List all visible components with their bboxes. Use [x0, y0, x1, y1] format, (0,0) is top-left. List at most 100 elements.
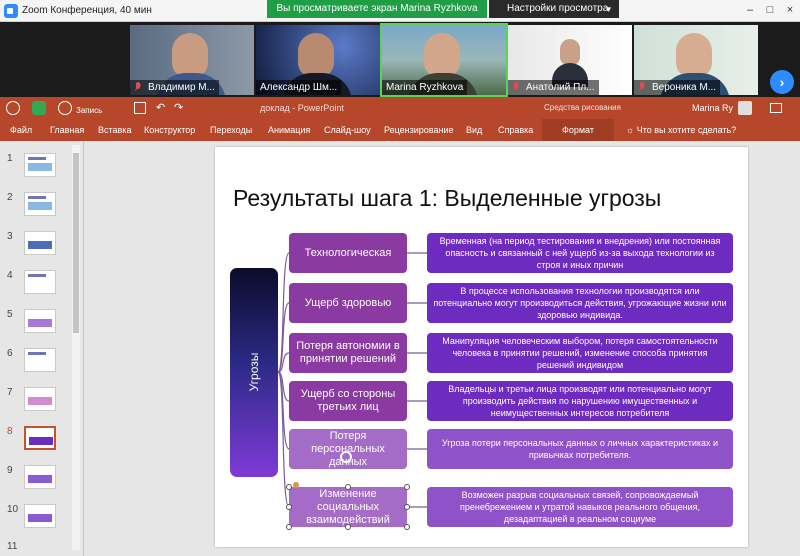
threat-third-party-damage-description[interactable]: Владельцы и третьи лица производят или п… — [427, 381, 733, 421]
participant-tile-active-speaker[interactable]: Marina Ryzhkova — [380, 23, 508, 97]
rotate-handle-icon[interactable] — [340, 451, 352, 463]
mic-muted-icon — [637, 82, 647, 93]
info-icon[interactable] — [6, 101, 20, 115]
slide-number: 9 — [7, 465, 13, 476]
tab-design[interactable]: Конструктор — [144, 125, 195, 135]
threat-technological[interactable]: Технологическая — [289, 233, 407, 273]
tab-slideshow[interactable]: Слайд-шоу — [324, 125, 371, 135]
slide-thumbnail[interactable] — [24, 309, 56, 333]
slide-thumbnail[interactable] — [24, 231, 56, 255]
slide-number-active: 8 — [7, 426, 13, 437]
participant-tile[interactable]: Владимир М... — [130, 25, 254, 95]
threats-root-box[interactable]: Угрозы — [230, 268, 278, 477]
minimize-icon[interactable]: – — [742, 2, 758, 18]
threat-social-interaction-change-description[interactable]: Возможен разрыв социальных связей, сопро… — [427, 487, 733, 527]
avatar[interactable] — [738, 101, 752, 115]
save-icon[interactable] — [134, 102, 146, 114]
threat-health-damage[interactable]: Ущерб здоровью — [289, 283, 407, 323]
redo-icon[interactable]: ↷ — [174, 101, 188, 115]
ribbon-display-icon[interactable] — [770, 103, 782, 113]
scrollbar-thumb[interactable] — [73, 153, 79, 333]
threat-loss-of-autonomy-description[interactable]: Манипуляция человеческим выбором, потеря… — [427, 333, 733, 373]
lightbulb-icon: ☼ — [626, 125, 637, 135]
record-label[interactable]: Запись — [76, 106, 102, 115]
chevron-down-icon: ▾ — [606, 4, 611, 14]
tab-review[interactable]: Рецензирование — [384, 125, 454, 135]
slide-thumbnail[interactable] — [24, 387, 56, 411]
slide-number: 4 — [7, 270, 13, 281]
slide-number: 11 — [7, 541, 18, 552]
zoom-logo-icon — [4, 4, 18, 18]
slide-number: 2 — [7, 192, 13, 203]
participant-video — [424, 33, 460, 77]
participant-name: Marina Ryzhkova — [386, 82, 464, 93]
slide-thumbnail[interactable] — [24, 348, 56, 372]
threat-social-interaction-change[interactable]: Изменение социальных взаимодействий — [289, 487, 407, 527]
threat-technological-description[interactable]: Временная (на период тестирования и внед… — [427, 233, 733, 273]
slide-thumbnail[interactable] — [24, 192, 56, 216]
participant-name: Вероника М... — [652, 82, 717, 93]
slide-thumbnail-active[interactable] — [24, 426, 56, 450]
slide-thumbnail[interactable] — [24, 504, 56, 528]
resize-handle[interactable] — [404, 484, 410, 490]
resize-handle[interactable] — [404, 524, 410, 530]
tab-transitions[interactable]: Переходы — [210, 125, 252, 135]
view-options-button[interactable]: Настройки просмотра ▾ — [489, 0, 619, 18]
close-icon[interactable]: × — [782, 2, 798, 18]
undo-icon[interactable]: ↶ — [156, 101, 170, 115]
participant-video-strip: Владимир М... Александр Шм... Marina Ryz… — [0, 22, 800, 97]
resize-handle[interactable] — [286, 524, 292, 530]
slide-number: 6 — [7, 348, 13, 359]
participant-video — [560, 39, 580, 65]
threats-root-label: Угрозы — [247, 352, 261, 392]
slide-canvas[interactable]: Результаты шага 1: Выделенные угрозы Угр… — [215, 147, 748, 547]
slide-number: 1 — [7, 153, 13, 164]
resize-handle[interactable] — [286, 504, 292, 510]
participant-name-bar: Вероника М... — [634, 80, 721, 95]
threat-personal-data-loss-description[interactable]: Угроза потери персональных данных о личн… — [427, 429, 733, 469]
resize-handle[interactable] — [345, 484, 351, 490]
zoom-window-title: Zoom Конференция, 40 мин — [22, 5, 152, 16]
tab-file[interactable]: Файл — [10, 125, 32, 135]
participant-name-bar: Александр Шм... — [256, 80, 342, 95]
threat-personal-data-loss[interactable]: Потеря персональных данных — [289, 429, 407, 469]
record-icon[interactable] — [58, 101, 72, 115]
user-name[interactable]: Marina Ry — [692, 103, 733, 113]
participant-name: Александр Шм... — [260, 82, 338, 93]
resize-handle[interactable] — [345, 524, 351, 530]
resize-handle[interactable] — [404, 504, 410, 510]
participant-tile[interactable]: Вероника М... — [634, 25, 758, 95]
slide-title[interactable]: Результаты шага 1: Выделенные угрозы — [233, 185, 661, 212]
tell-me-search[interactable]: ☼ Что вы хотите сделать? — [626, 125, 736, 135]
resize-handle[interactable] — [286, 484, 292, 490]
maximize-icon[interactable]: □ — [762, 2, 778, 18]
screen-share-banner: Вы просматриваете экран Marina Ryzhkova — [267, 0, 487, 18]
zoom-title-bar: Zoom Конференция, 40 мин Вы просматривае… — [0, 0, 800, 22]
slide-thumbnail[interactable] — [24, 465, 56, 489]
slide-thumbnail[interactable] — [24, 270, 56, 294]
tab-home[interactable]: Главная — [50, 125, 84, 135]
threat-health-damage-description[interactable]: В процессе использования технологии прои… — [427, 283, 733, 323]
tell-me-label: Что вы хотите сделать? — [636, 125, 737, 135]
slide-number: 10 — [7, 504, 19, 515]
adjust-handle[interactable] — [293, 482, 299, 488]
next-page-arrow-icon[interactable]: › — [770, 70, 794, 94]
tab-format[interactable]: Формат — [542, 119, 614, 141]
thumbnail-scrollbar[interactable] — [72, 145, 80, 550]
threat-loss-of-autonomy[interactable]: Потеря автономии в принятии решений — [289, 333, 407, 373]
slide-thumbnail[interactable] — [24, 153, 56, 177]
ribbon-tabs: Файл Главная Вставка Конструктор Переход… — [0, 119, 800, 141]
threat-third-party-damage[interactable]: Ущерб со стороны третьих лиц — [289, 381, 407, 421]
mic-muted-icon — [511, 82, 521, 93]
participant-tile[interactable]: Анатолий Пл... — [508, 25, 632, 95]
tab-view[interactable]: Вид — [466, 125, 482, 135]
participant-tile[interactable]: Александр Шм... — [256, 25, 380, 95]
powerpoint-title-bar: Запись ↶ ↷ доклад - PowerPoint Средства … — [0, 97, 800, 119]
tab-insert[interactable]: Вставка — [98, 125, 131, 135]
slide-number: 5 — [7, 309, 13, 320]
shield-icon[interactable] — [32, 101, 46, 115]
tab-animations[interactable]: Анимация — [268, 125, 310, 135]
slide-thumbnail-pane: 1 2 3 4 5 6 7 8 9 10 11 — [0, 141, 84, 556]
tab-help[interactable]: Справка — [498, 125, 533, 135]
powerpoint-workspace: 1 2 3 4 5 6 7 8 9 10 11 Результаты шага … — [0, 141, 800, 556]
